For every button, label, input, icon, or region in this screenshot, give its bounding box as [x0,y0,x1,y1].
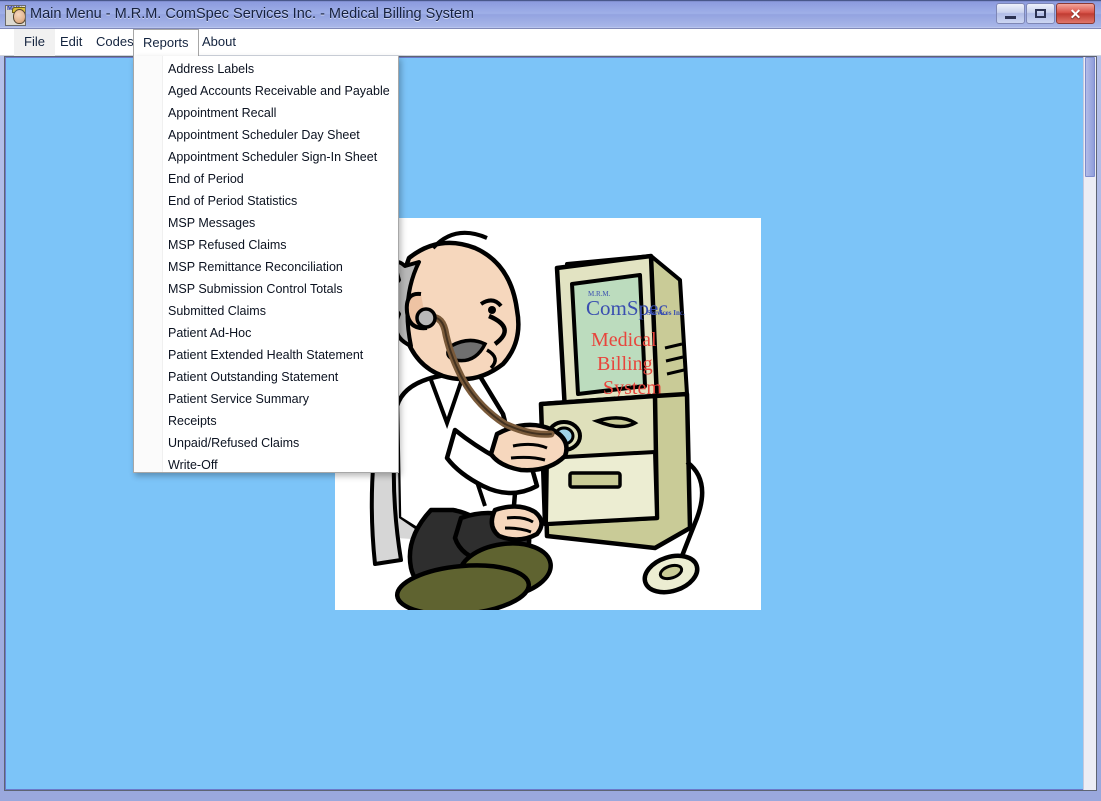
maximize-icon [1035,9,1046,18]
window-title: Main Menu - M.R.M. ComSpec Services Inc.… [30,6,474,22]
report-menu-item[interactable]: Appointment Scheduler Sign-In Sheet [134,146,398,168]
report-menu-item[interactable]: MSP Submission Control Totals [134,278,398,300]
vertical-scrollbar[interactable] [1083,57,1096,790]
report-menu-item[interactable]: Write-Off [134,454,398,476]
app-icon: MBS [5,5,26,26]
reports-dropdown-menu: Address Labels Aged Accounts Receivable a… [133,56,399,473]
report-menu-item[interactable]: Submitted Claims [134,300,398,322]
menu-item-file[interactable]: File [14,29,55,56]
report-menu-item[interactable]: Appointment Scheduler Day Sheet [134,124,398,146]
menu-item-reports[interactable]: Reports [133,29,199,56]
report-menu-item[interactable]: Receipts [134,410,398,432]
minimize-button[interactable] [996,3,1025,24]
splash-product-line-2: Billing [597,353,653,375]
report-menu-item[interactable]: Unpaid/Refused Claims [134,432,398,454]
dropdown-item-list: Address Labels Aged Accounts Receivable a… [134,58,398,476]
report-menu-item[interactable]: Aged Accounts Receivable and Payable [134,80,398,102]
app-icon-face [13,9,25,24]
close-button[interactable]: ✕ [1056,3,1095,24]
report-menu-item[interactable]: Appointment Recall [134,102,398,124]
splash-product-line-1: Medical [591,329,657,351]
vertical-scrollbar-thumb[interactable] [1085,57,1095,177]
report-menu-item[interactable]: Patient Service Summary [134,388,398,410]
computer-tower-graphic [538,391,693,551]
close-icon: ✕ [1069,5,1082,22]
monitor-graphic: M.R.M. ComSpec Services Inc. Medical Bil… [554,253,689,416]
report-menu-item[interactable]: Patient Extended Health Statement [134,344,398,366]
report-menu-item[interactable]: Patient Outstanding Statement [134,366,398,388]
title-bar: MBS Main Menu - M.R.M. ComSpec Services … [0,0,1101,29]
menu-bar: File Edit Codes Reports About [0,29,1101,56]
window-controls: ✕ [996,3,1095,25]
report-menu-item[interactable]: End of Period Statistics [134,190,398,212]
splash-company-suffix: Services Inc. [647,309,685,317]
report-menu-item[interactable]: End of Period [134,168,398,190]
report-menu-item[interactable]: MSP Messages [134,212,398,234]
menu-item-about[interactable]: About [192,29,246,56]
maximize-button[interactable] [1026,3,1055,24]
report-menu-item[interactable]: Address Labels [134,58,398,80]
application-window: MBS Main Menu - M.R.M. ComSpec Services … [0,0,1101,801]
report-menu-item[interactable]: MSP Refused Claims [134,234,398,256]
report-menu-item[interactable]: MSP Remittance Reconciliation [134,256,398,278]
minimize-icon [1005,15,1016,19]
report-menu-item[interactable]: Patient Ad-Hoc [134,322,398,344]
